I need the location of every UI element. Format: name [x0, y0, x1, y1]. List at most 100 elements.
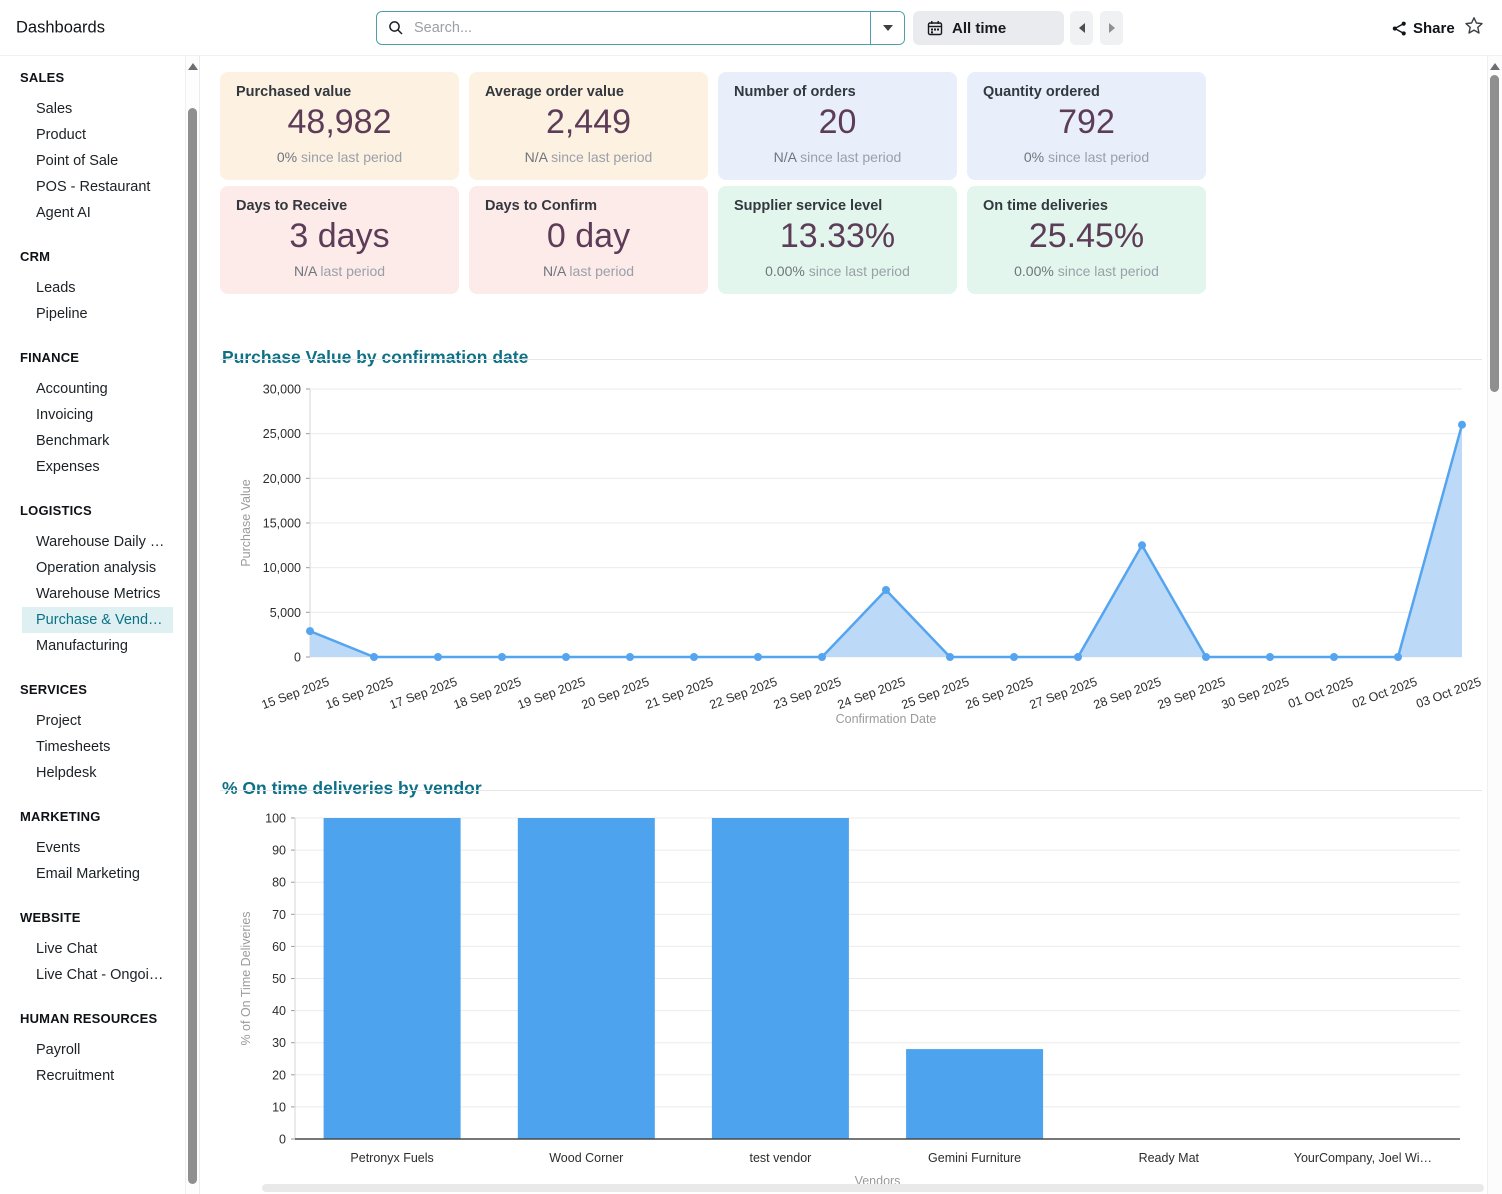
- sidebar-item-project[interactable]: Project: [22, 708, 173, 734]
- kpi-card-days-to-receive: Days to Receive3 daysN/A last period: [220, 186, 459, 294]
- sidebar-item-warehouse-metrics[interactable]: Warehouse Metrics: [22, 581, 173, 607]
- x-tick-label: 16 Sep 2025: [324, 675, 395, 712]
- bar-petronyx-fuels[interactable]: [324, 818, 461, 1139]
- sidebar-item-email-marketing[interactable]: Email Marketing: [22, 861, 173, 887]
- kpi-value: 13.33%: [734, 217, 941, 256]
- x-tick-label: 29 Sep 2025: [1156, 675, 1227, 712]
- kpi-value: 25.45%: [983, 217, 1190, 256]
- scroll-up-arrow-icon[interactable]: [188, 63, 198, 70]
- sidebar-item-point-of-sale[interactable]: Point of Sale: [22, 148, 173, 174]
- x-tick-label: YourCompany, Joel Wi…: [1294, 1151, 1432, 1165]
- y-axis-title: Purchase Value: [239, 479, 253, 566]
- search-input[interactable]: [412, 19, 870, 37]
- kpi-title: Days to Receive: [236, 198, 443, 214]
- data-point[interactable]: [1074, 653, 1082, 661]
- sidebar-item-sales[interactable]: Sales: [22, 96, 173, 122]
- favorite-button[interactable]: [1462, 14, 1486, 41]
- data-point[interactable]: [1010, 653, 1018, 661]
- app-body: SALESSalesProductPoint of SalePOS - Rest…: [0, 56, 1502, 1194]
- data-point[interactable]: [690, 653, 698, 661]
- x-tick-label: Wood Corner: [549, 1151, 623, 1165]
- horizontal-scrollbar-thumb[interactable]: [262, 1184, 1484, 1192]
- kpi-subtitle: N/A since last period: [485, 149, 692, 165]
- data-point[interactable]: [818, 653, 826, 661]
- sidebar-item-manufacturing[interactable]: Manufacturing: [22, 633, 173, 659]
- kpi-title: Number of orders: [734, 84, 941, 100]
- main-content: Purchased value48,9820% since last perio…: [200, 56, 1502, 1194]
- x-tick-label: 28 Sep 2025: [1092, 675, 1163, 712]
- sidebar-item-pipeline[interactable]: Pipeline: [22, 301, 173, 327]
- sidebar-item-helpdesk[interactable]: Helpdesk: [22, 760, 173, 786]
- kpi-value: 792: [983, 103, 1190, 142]
- sidebar-item-leads[interactable]: Leads: [22, 275, 173, 301]
- period-prev-button[interactable]: [1070, 11, 1093, 45]
- data-point[interactable]: [306, 627, 314, 635]
- sidebar-section-marketing: MARKETINGEventsEmail Marketing: [0, 809, 199, 887]
- data-point[interactable]: [1202, 653, 1210, 661]
- x-tick-label: Gemini Furniture: [928, 1151, 1021, 1165]
- share-button[interactable]: Share: [1386, 14, 1461, 42]
- x-tick-label: test vendor: [749, 1151, 811, 1165]
- scroll-up-arrow-icon[interactable]: [1490, 63, 1500, 70]
- data-point[interactable]: [1458, 421, 1466, 429]
- x-tick-label: 18 Sep 2025: [452, 675, 523, 712]
- data-point[interactable]: [626, 653, 634, 661]
- kpi-delta: 0%: [1024, 149, 1044, 165]
- data-point[interactable]: [754, 653, 762, 661]
- bar-gemini-furniture[interactable]: [906, 1049, 1043, 1139]
- sidebar-section-services: SERVICESProjectTimesheetsHelpdesk: [0, 682, 199, 786]
- kpi-title: On time deliveries: [983, 198, 1190, 214]
- period-next-button[interactable]: [1100, 11, 1123, 45]
- sidebar-item-agent-ai[interactable]: Agent AI: [22, 200, 173, 226]
- sidebar-item-product[interactable]: Product: [22, 122, 173, 148]
- kpi-card-quantity-ordered: Quantity ordered7920% since last period: [967, 72, 1206, 180]
- data-point[interactable]: [946, 653, 954, 661]
- sidebar-item-operation-analysis[interactable]: Operation analysis: [22, 555, 173, 581]
- sidebar-item-live-chat-ongoi[interactable]: Live Chat - Ongoi…: [22, 962, 173, 988]
- chevron-right-icon: [1109, 23, 1115, 33]
- y-axis-title: % of On Time Deliveries: [239, 911, 253, 1045]
- y-tick-label: 70: [272, 908, 286, 922]
- data-point[interactable]: [882, 586, 890, 594]
- sidebar-item-warehouse-daily[interactable]: Warehouse Daily …: [22, 529, 173, 555]
- data-point[interactable]: [370, 653, 378, 661]
- data-point[interactable]: [562, 653, 570, 661]
- sidebar-item-purchase-vend[interactable]: Purchase & Vend…: [22, 607, 173, 633]
- y-tick-label: 10: [272, 1100, 286, 1114]
- data-point[interactable]: [498, 653, 506, 661]
- sidebar-section-website: WEBSITELive ChatLive Chat - Ongoi…: [0, 910, 199, 988]
- kpi-delta: N/A: [525, 149, 548, 165]
- x-tick-label: 26 Sep 2025: [964, 675, 1035, 712]
- data-point[interactable]: [434, 653, 442, 661]
- sidebar-item-live-chat[interactable]: Live Chat: [22, 936, 173, 962]
- y-tick-label: 30,000: [263, 383, 301, 397]
- sidebar-item-recruitment[interactable]: Recruitment: [22, 1063, 173, 1089]
- sidebar-item-timesheets[interactable]: Timesheets: [22, 734, 173, 760]
- data-point[interactable]: [1330, 653, 1338, 661]
- kpi-grid: Purchased value48,9820% since last perio…: [220, 72, 1206, 294]
- main-scrollbar-thumb[interactable]: [1490, 75, 1499, 392]
- sidebar-item-benchmark[interactable]: Benchmark: [22, 428, 173, 454]
- bar-test-vendor[interactable]: [712, 818, 849, 1139]
- data-point[interactable]: [1394, 653, 1402, 661]
- period-filter-button[interactable]: All time: [913, 11, 1064, 45]
- kpi-value: 2,449: [485, 103, 692, 142]
- search-dropdown-button[interactable]: [870, 12, 904, 44]
- sidebar-section-label: HUMAN RESOURCES: [0, 1011, 199, 1026]
- search-box: [377, 12, 870, 44]
- sidebar-item-accounting[interactable]: Accounting: [22, 376, 173, 402]
- kpi-title: Average order value: [485, 84, 692, 100]
- data-point[interactable]: [1138, 541, 1146, 549]
- y-tick-label: 0: [279, 1133, 286, 1147]
- kpi-subtitle: 0.00% since last period: [734, 263, 941, 279]
- y-tick-label: 40: [272, 1004, 286, 1018]
- sidebar-item-events[interactable]: Events: [22, 835, 173, 861]
- x-tick-label: Petronyx Fuels: [350, 1151, 433, 1165]
- sidebar-item-expenses[interactable]: Expenses: [22, 454, 173, 480]
- sidebar-item-pos-restaurant[interactable]: POS - Restaurant: [22, 174, 173, 200]
- sidebar-item-payroll[interactable]: Payroll: [22, 1037, 173, 1063]
- sidebar-item-invoicing[interactable]: Invoicing: [22, 402, 173, 428]
- data-point[interactable]: [1266, 653, 1274, 661]
- bar-wood-corner[interactable]: [518, 818, 655, 1139]
- sidebar-scrollbar-thumb[interactable]: [188, 108, 197, 1184]
